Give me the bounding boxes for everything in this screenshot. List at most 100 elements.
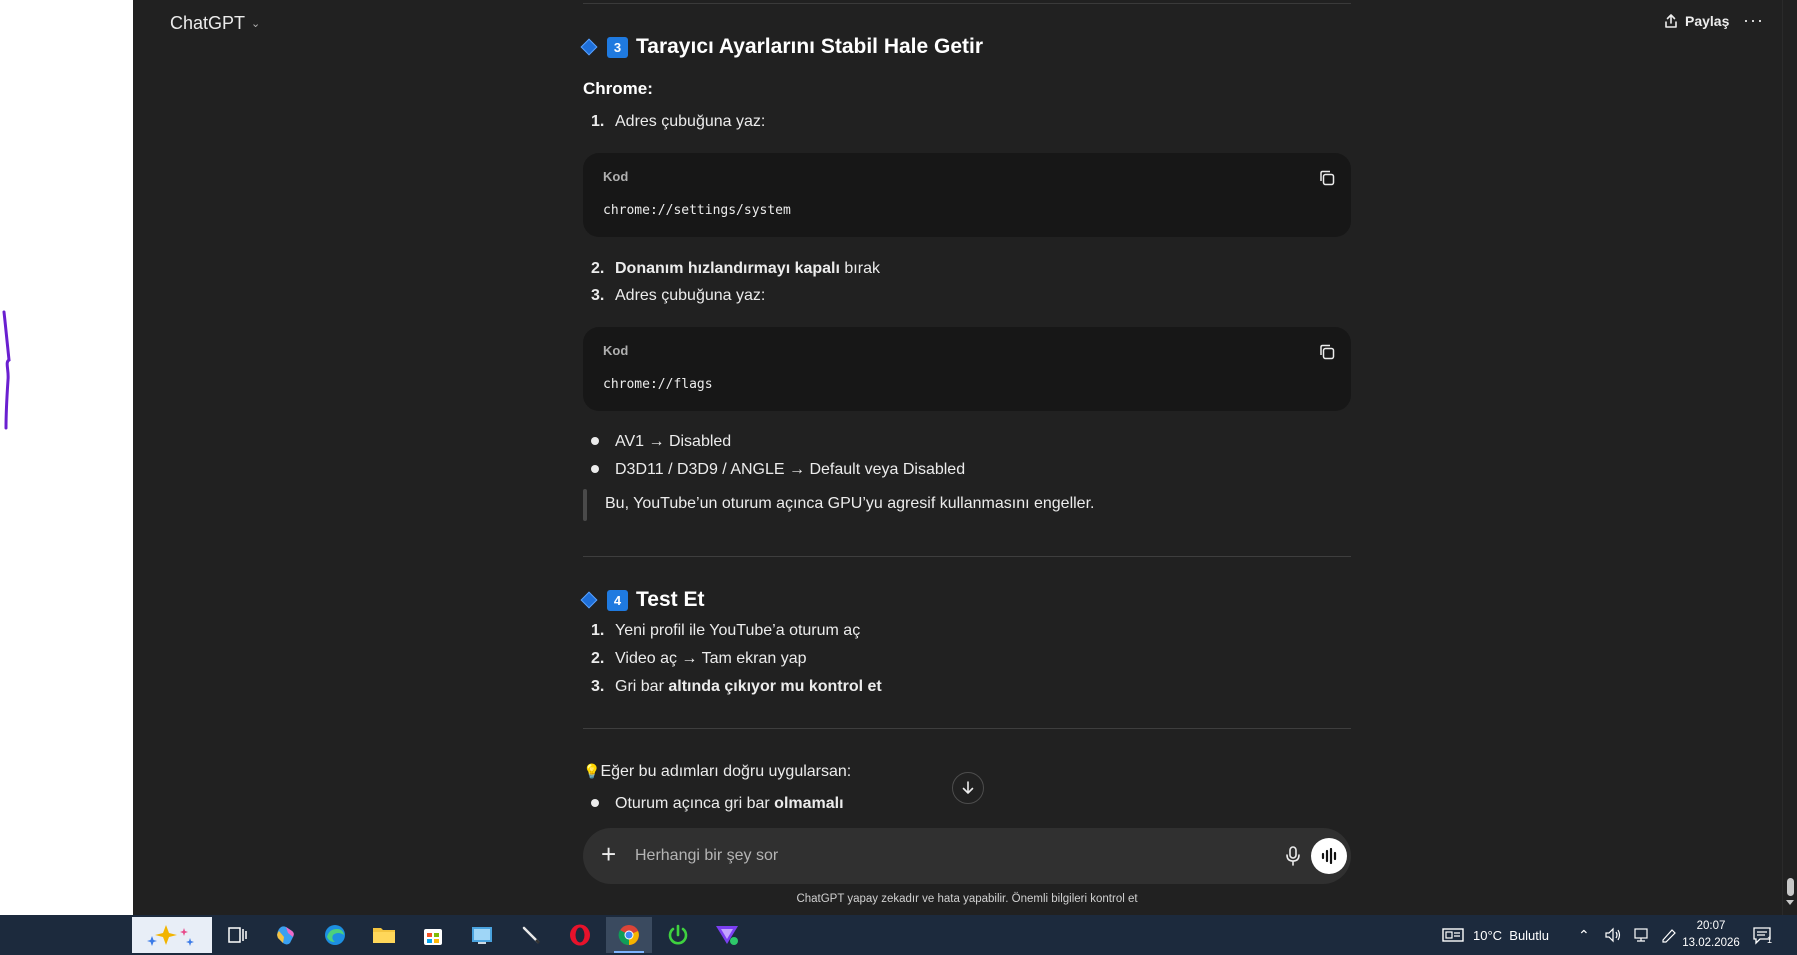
list-bold-text: Donanım hızlandırmayı kapalı xyxy=(615,260,840,277)
section-divider xyxy=(583,556,1351,557)
chat-app: ChatGPT ⌄ Paylaş ··· 3 Tarayıcı Ayarları… xyxy=(133,0,1782,915)
pen-tool-button[interactable] xyxy=(508,917,554,953)
triangle-app-icon xyxy=(716,926,738,945)
bullet-dot xyxy=(591,436,599,445)
copy-icon[interactable] xyxy=(1318,169,1336,187)
volume-icon[interactable] xyxy=(1604,927,1622,943)
list-text: Gri bar xyxy=(615,678,669,695)
code-block: Kod chrome://flags xyxy=(583,327,1351,411)
power-app-button[interactable] xyxy=(655,917,701,953)
scroll-arrow-down-icon[interactable] xyxy=(1786,900,1794,905)
windows-taskbar: 10°C Bulutlu ⌃ 20:07 13.02.2026 1 xyxy=(0,915,1797,955)
bullet-dot xyxy=(591,798,599,807)
list-number: 3. xyxy=(591,287,605,304)
chrome-browser-button[interactable] xyxy=(606,917,652,953)
microsoft-store-button[interactable] xyxy=(410,917,456,953)
list-text: Video aç → Tam ekran yap xyxy=(615,650,807,667)
system-clock[interactable]: 20:07 13.02.2026 xyxy=(1680,918,1742,952)
scrollbar-thumb[interactable] xyxy=(1787,878,1794,896)
file-explorer-button[interactable] xyxy=(361,917,407,953)
copy-icon[interactable] xyxy=(1318,343,1336,361)
list-item: 2. Video aç → Tam ekran yap xyxy=(591,650,807,668)
share-button[interactable]: Paylaş xyxy=(1663,13,1729,29)
pen-settings-icon[interactable] xyxy=(1660,927,1678,943)
list-item: 3. Gri bar altında çıkıyor mu kontrol et xyxy=(591,678,882,696)
section-4-title: Test Et xyxy=(636,588,705,611)
section-3-heading: 3 Tarayıcı Ayarlarını Stabil Hale Getir xyxy=(580,35,983,59)
scroll-to-bottom-button[interactable] xyxy=(952,772,984,804)
list-item: D3D11 / D3D9 / ANGLE → Default veya Disa… xyxy=(583,461,965,479)
list-text: Adres çubuğuna yaz: xyxy=(615,287,766,304)
screen: ChatGPT ⌄ Paylaş ··· 3 Tarayıcı Ayarları… xyxy=(0,0,1797,955)
copilot-sparkle-button[interactable] xyxy=(132,917,212,953)
copilot-icon xyxy=(277,926,294,945)
blue-diamond-icon xyxy=(580,38,598,56)
notification-count: 1 xyxy=(1767,935,1773,945)
list-text: Yeni profil ile YouTube’a oturum aç xyxy=(615,622,861,639)
power-icon xyxy=(668,924,688,945)
list-item: 1. Adres çubuğuna yaz: xyxy=(591,113,765,131)
list-text: bırak xyxy=(839,260,880,277)
network-icon[interactable] xyxy=(1632,927,1650,943)
message-input[interactable] xyxy=(635,842,1215,870)
share-icon xyxy=(1665,14,1677,28)
pen-icon xyxy=(522,926,540,944)
left-white-pane xyxy=(0,0,133,915)
list-number: 2. xyxy=(591,650,605,667)
copilot-app-button[interactable] xyxy=(263,917,309,953)
tip-line: 💡Eğer bu adımları doğru uygularsan: xyxy=(583,763,851,781)
arrow-down-icon xyxy=(962,781,974,794)
weather-text: 10°C Bulutlu xyxy=(1473,927,1550,943)
list-number: 3. xyxy=(591,678,605,695)
model-name-label: ChatGPT xyxy=(170,13,246,33)
list-number: 1. xyxy=(591,622,605,639)
weather-news-icon xyxy=(1442,928,1464,942)
vpn-app-button[interactable] xyxy=(704,917,750,953)
microphone-icon[interactable] xyxy=(1283,844,1303,868)
more-options-button[interactable]: ··· xyxy=(1743,10,1764,31)
clock-date: 13.02.2026 xyxy=(1682,937,1740,949)
chrome-subheading: Chrome: xyxy=(583,79,653,98)
notification-center-button[interactable]: 1 xyxy=(1752,915,1772,955)
control-panel-icon xyxy=(472,927,492,944)
task-view-button[interactable] xyxy=(214,917,260,953)
edge-browser-button[interactable] xyxy=(312,917,358,953)
code-text[interactable]: chrome://settings/system xyxy=(603,203,791,218)
code-language-label: Kod xyxy=(603,343,629,358)
weather-widget[interactable]: 10°C Bulutlu xyxy=(1442,915,1549,955)
list-text: AV1 → Disabled xyxy=(615,433,732,450)
keycap-4-icon: 4 xyxy=(607,589,628,611)
lightbulb-icon: 💡 xyxy=(583,763,601,779)
list-text: D3D11 / D3D9 / ANGLE → Default veya Disa… xyxy=(615,461,966,478)
share-label: Paylaş xyxy=(1685,13,1730,29)
opera-browser-button[interactable] xyxy=(557,917,603,953)
list-item: 2. Donanım hızlandırmayı kapalı bırak xyxy=(591,260,880,278)
section-divider xyxy=(583,728,1351,729)
chevron-up-icon[interactable]: ⌃ xyxy=(1578,927,1590,944)
clock-time: 20:07 xyxy=(1696,920,1726,932)
code-text[interactable]: chrome://flags xyxy=(603,377,713,392)
waveform-icon xyxy=(1321,848,1337,864)
list-item: Oturum açınca gri bar olmamalı xyxy=(583,795,844,813)
add-attachment-button[interactable]: + xyxy=(601,840,616,868)
keycap-3-icon: 3 xyxy=(607,36,628,58)
message-composer: + xyxy=(583,828,1351,884)
edge-icon xyxy=(325,925,345,945)
control-panel-button[interactable] xyxy=(459,917,505,953)
bullet-dot xyxy=(591,464,599,473)
blue-diamond-icon xyxy=(580,591,598,609)
task-view-icon xyxy=(228,927,247,943)
folder-icon xyxy=(373,928,395,943)
system-tray: ⌃ xyxy=(1578,915,1678,955)
list-item: AV1 → Disabled xyxy=(583,433,731,451)
sparkle-icon xyxy=(147,925,194,946)
list-number: 2. xyxy=(591,260,605,277)
store-icon xyxy=(424,929,442,945)
voice-mode-button[interactable] xyxy=(1311,838,1347,874)
scrollbar[interactable] xyxy=(1782,0,1797,915)
divider xyxy=(583,3,1351,4)
disclaimer-text: ChatGPT yapay zekadır ve hata yapabilir.… xyxy=(796,893,1138,905)
model-selector[interactable]: ChatGPT ⌄ xyxy=(170,13,260,34)
list-item: 3. Adres çubuğuna yaz: xyxy=(591,287,765,305)
chrome-icon xyxy=(618,925,639,946)
